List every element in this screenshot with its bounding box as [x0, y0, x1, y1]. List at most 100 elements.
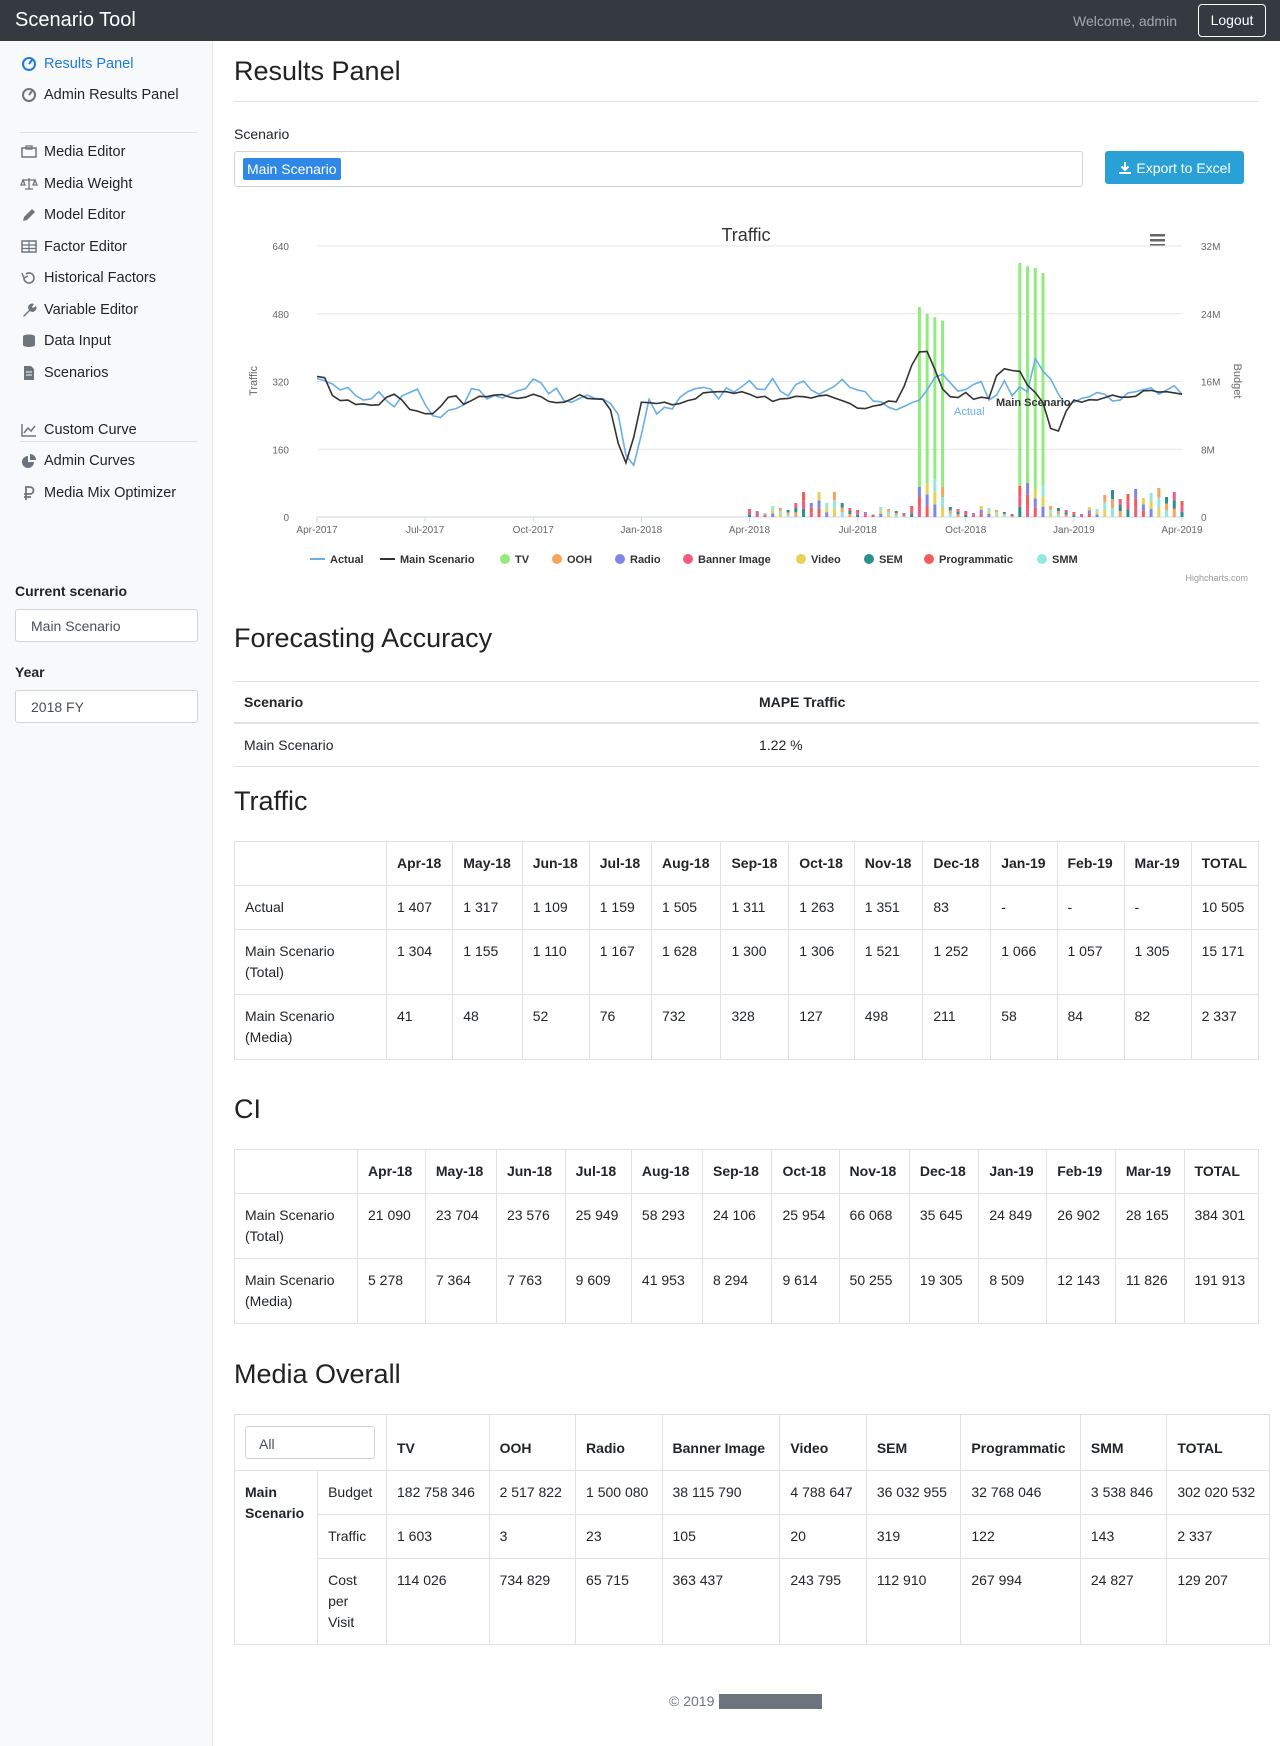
current-scenario-field[interactable]: Main Scenario: [15, 609, 198, 642]
table-cell: 1 057: [1056, 929, 1125, 995]
sidebar-item-label: Scenarios: [44, 365, 109, 381]
year-label: Year: [15, 664, 45, 680]
sidebar-item-label: Custom Curve: [44, 422, 137, 438]
x-tick-label: Jul-2017: [406, 525, 445, 536]
legend-item[interactable]: Radio: [615, 554, 661, 566]
media-bar-segment: [1026, 494, 1030, 506]
media-bar-segment: [825, 503, 829, 508]
sidebar-item-results-panel[interactable]: Results Panel: [20, 53, 133, 75]
y2-axis-title: Budget: [1231, 364, 1243, 399]
scenario-select[interactable]: Main Scenario: [234, 151, 1083, 187]
media-bar-segment: [1126, 501, 1130, 510]
media-bar-segment: [840, 512, 844, 517]
sidebar-item-media-mix-optimizer[interactable]: Media Mix Optimizer: [20, 482, 176, 504]
sidebar-item-custom-curve[interactable]: Custom Curve: [20, 419, 137, 441]
media-bar-segment: [1095, 514, 1099, 517]
media-filter-input[interactable]: All: [245, 1426, 375, 1459]
media-bar-segment: [1172, 508, 1176, 517]
column-header: Apr-18: [357, 1149, 426, 1194]
legend-item[interactable]: Actual: [310, 554, 364, 566]
scenario-selected-tag[interactable]: Main Scenario: [243, 158, 341, 180]
media-bar-segment: [1080, 514, 1084, 515]
sidebar-item-variable-editor[interactable]: Variable Editor: [20, 299, 138, 321]
media-bar-segment: [786, 512, 790, 515]
sidebar-item-admin-curves[interactable]: Admin Curves: [20, 450, 135, 472]
table-cell: 1 311: [720, 885, 790, 930]
sidebar-item-admin-results-panel[interactable]: Admin Results Panel: [20, 84, 179, 106]
media-bar-segment: [755, 511, 759, 513]
media-bar-segment: [1087, 513, 1091, 517]
legend-item[interactable]: Main Scenario: [380, 554, 475, 566]
table-cell: 38 115 790: [661, 1470, 781, 1515]
sidebar-item-media-editor[interactable]: Media Editor: [20, 141, 125, 163]
legend-item[interactable]: Programmatic: [924, 554, 1013, 566]
media-bar-segment: [1010, 514, 1014, 515]
media-bar-segment: [1095, 509, 1099, 512]
table-cell: 1 305: [1123, 929, 1192, 995]
legend-symbol: [615, 554, 625, 564]
ci-table-title: CI: [234, 1094, 261, 1124]
table-cell: 41 953: [630, 1258, 704, 1324]
legend-item[interactable]: SMM: [1037, 554, 1078, 566]
column-header: Sep-18: [701, 1149, 773, 1194]
table-cell: 732: [651, 994, 722, 1060]
table-cell: 1 500 080: [575, 1470, 663, 1515]
sidebar-item-media-weight[interactable]: Media Weight: [20, 173, 132, 195]
media-bar-segment: [956, 514, 960, 517]
media-bar-segment: [832, 508, 836, 517]
legend-item[interactable]: SEM: [864, 554, 903, 566]
export-to-excel-button[interactable]: Export to Excel: [1105, 151, 1244, 184]
table-header-row: All TV OOH Radio Banner Image Video SEM Program…: [234, 1414, 1270, 1471]
x-tick-label: Apr-2018: [729, 525, 771, 536]
table-cell: 65 715: [575, 1558, 663, 1645]
legend-item[interactable]: Banner Image: [683, 554, 771, 566]
year-field[interactable]: 2018 FY: [15, 690, 198, 723]
media-bar-segment: [902, 515, 906, 517]
sidebar-item-factor-editor[interactable]: Factor Editor: [20, 236, 127, 258]
legend-item[interactable]: Video: [796, 554, 841, 566]
media-bar-segment: [894, 511, 898, 513]
column-header: SEM: [865, 1414, 962, 1471]
table-cell: 32 768 046: [960, 1470, 1081, 1515]
media-bar-segment: [917, 487, 921, 497]
media-bar-segment: [879, 513, 883, 517]
column-header: Jan-19: [978, 1149, 1048, 1194]
media-bar-segment: [971, 515, 975, 517]
legend-label: Programmatic: [939, 554, 1013, 566]
legend-item[interactable]: OOH: [552, 554, 592, 566]
media-bar-segment: [778, 508, 782, 511]
media-bar-segment: [925, 505, 929, 517]
legend-item[interactable]: TV: [500, 554, 530, 566]
media-bar-segment: [1110, 499, 1114, 508]
sidebar-item-data-input[interactable]: Data Input: [20, 330, 111, 352]
media-overall-title: Media Overall: [234, 1359, 401, 1389]
sidebar-item-historical-factors[interactable]: Historical Factors: [20, 267, 156, 289]
media-bar-segment: [832, 492, 836, 501]
sidebar-item-model-editor[interactable]: Model Editor: [20, 204, 125, 226]
media-bar-segment: [1049, 513, 1053, 517]
accuracy-header-scenario: Scenario: [234, 681, 749, 724]
table-cell: 7 364: [424, 1258, 497, 1324]
app-brand[interactable]: Scenario Tool: [15, 9, 136, 32]
media-bar-segment: [1033, 507, 1037, 517]
table-cell: 114 026: [386, 1558, 490, 1645]
table-cell: 58 293: [630, 1193, 704, 1259]
table-cell: 15 171: [1190, 929, 1260, 995]
current-scenario-label: Current scenario: [15, 583, 128, 599]
media-bar-segment: [809, 503, 813, 508]
table-cell: 50 255: [838, 1258, 910, 1324]
table-cell: 319: [865, 1514, 962, 1559]
chart-menu-icon[interactable]: [1150, 234, 1165, 247]
media-bar-segment: [871, 514, 875, 515]
media-bar-segment: [1110, 508, 1114, 517]
media-bar-segment: [1064, 510, 1068, 513]
media-bar-segment: [1118, 499, 1122, 505]
logout-button[interactable]: Logout: [1198, 4, 1266, 37]
row-label: Actual: [234, 885, 387, 930]
column-header: Oct-18: [788, 841, 855, 886]
sidebar-item-scenarios[interactable]: Scenarios: [20, 362, 108, 384]
table-cell: 11 826: [1114, 1258, 1185, 1324]
table-cell: 3: [488, 1514, 577, 1559]
menu-bar: [1150, 234, 1165, 237]
media-bar-segment: [1049, 506, 1053, 510]
